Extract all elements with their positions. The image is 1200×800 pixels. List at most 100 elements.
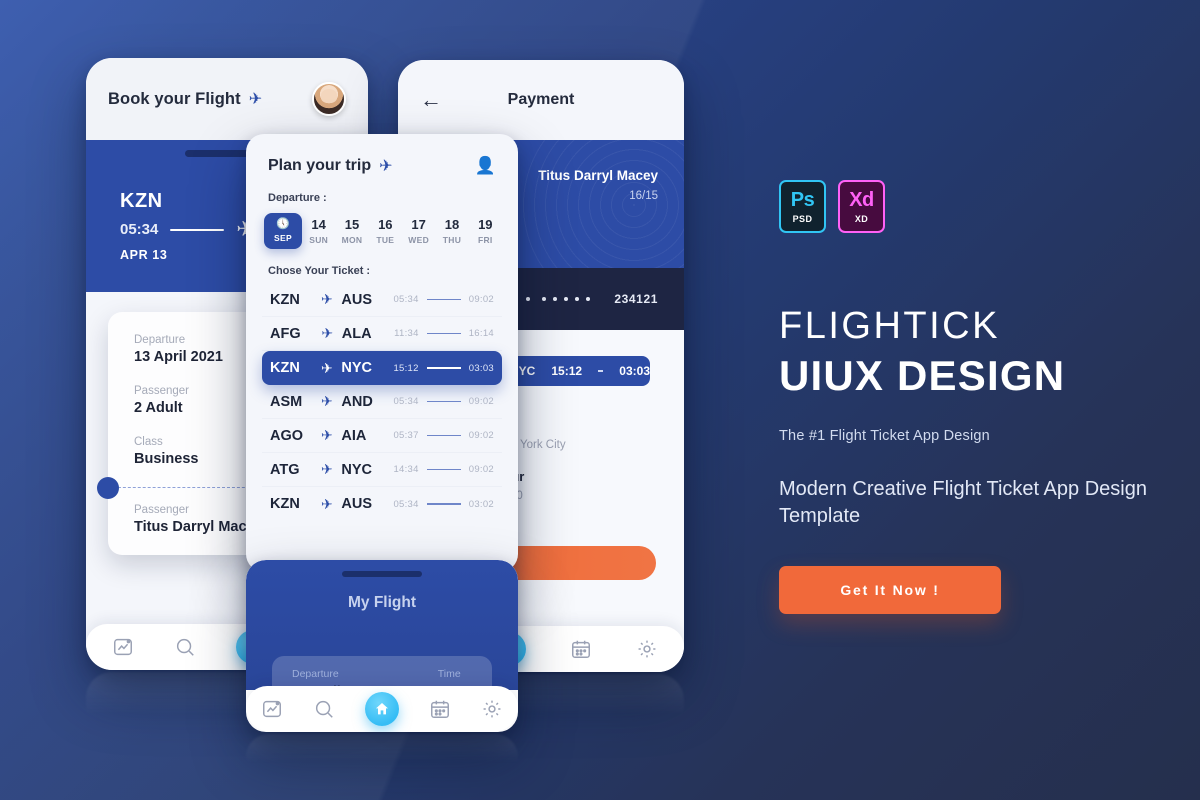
- promo-panel: Ps PSD Xd XD FLIGHTICK UIUX DESIGN The #…: [779, 180, 1169, 614]
- date-cell[interactable]: 16 TUE: [369, 213, 402, 249]
- gear-icon[interactable]: [481, 698, 503, 720]
- list-item-selected[interactable]: KZN ✈ NYC 15:12 03:03: [262, 351, 502, 385]
- list-item[interactable]: ATG ✈ NYC 14:34 09:02: [262, 453, 502, 487]
- list-item[interactable]: KZN ✈ AUS 05:34 03:02: [262, 487, 502, 521]
- route-line: [426, 332, 461, 335]
- depart-time: 15:12: [393, 362, 419, 374]
- route-line: [426, 434, 461, 437]
- destination-code: NYC: [341, 461, 372, 478]
- route-line: [426, 400, 461, 403]
- depart-time: 05:37: [393, 430, 419, 441]
- clock-icon: 🕔: [276, 218, 290, 230]
- promo-description: Modern Creative Flight Ticket App Design…: [779, 478, 1147, 527]
- origin-code: AGO: [270, 427, 304, 444]
- date-picker: 🕔 SEP 14 SUN 15 MON 16 TUE 17 WED 18 THU…: [246, 204, 518, 249]
- origin-code: KZN: [270, 360, 300, 376]
- date-weekday: MON: [341, 235, 363, 245]
- date-number: 17: [411, 217, 426, 232]
- stats-icon[interactable]: [261, 698, 283, 720]
- card-number: 234121: [614, 292, 658, 306]
- page-title: Plan your trip: [268, 157, 372, 174]
- calendar-icon[interactable]: [429, 698, 451, 720]
- card-dots: [542, 297, 591, 301]
- arrive-time: 16:14: [468, 328, 494, 339]
- list-item[interactable]: KZN ✈ AUS 05:34 09:02: [262, 283, 502, 317]
- date-weekday: TUE: [376, 235, 395, 245]
- calendar-icon[interactable]: [570, 638, 592, 660]
- date-weekday: WED: [408, 235, 430, 245]
- drag-handle[interactable]: [342, 571, 422, 577]
- airplane-icon: ✈: [321, 393, 333, 409]
- card-dots: [526, 297, 531, 301]
- origin-code: KZN: [270, 496, 300, 512]
- list-item[interactable]: AGO ✈ AIA 05:37 09:02: [262, 419, 502, 453]
- date-cell[interactable]: 17 WED: [402, 213, 435, 249]
- ticket-list: KZN ✈ AUS 05:34 09:02 AFG ✈ ALA 11:34 16…: [246, 277, 518, 521]
- depart-time: 05:34: [120, 221, 159, 238]
- my-flight-panel: My Flight Departure 13 April 2021 Time 0…: [246, 560, 518, 726]
- arrive-time: 03:03: [468, 362, 495, 374]
- route-line: [426, 367, 461, 369]
- origin-code: ASM: [270, 393, 303, 410]
- list-item[interactable]: ASM ✈ AND 05:34 09:02: [262, 385, 502, 419]
- destination-code: AUS: [341, 291, 372, 308]
- list-item[interactable]: AFG ✈ ALA 11:34 16:14: [262, 317, 502, 351]
- destination-code: ALA: [341, 325, 372, 342]
- home-icon[interactable]: [365, 692, 399, 726]
- airplane-icon: ✈: [321, 359, 333, 376]
- origin-code: ATG: [270, 461, 300, 478]
- promo-tagline: The #1 Flight Ticket App Design: [779, 428, 990, 444]
- plan-trip-header: Plan your trip ✈ 👤: [246, 134, 518, 176]
- get-it-now-button[interactable]: Get It Now !: [779, 566, 1001, 614]
- date-cell-active[interactable]: 🕔 SEP: [264, 213, 302, 249]
- search-icon[interactable]: [174, 636, 196, 658]
- badge-abbrev: Ps: [790, 189, 815, 211]
- gear-icon[interactable]: [636, 638, 658, 660]
- date-number: 14: [311, 217, 326, 232]
- photoshop-badge-icon: Ps PSD: [779, 180, 826, 233]
- destination-code: NYC: [341, 360, 372, 376]
- route-line: [426, 298, 461, 301]
- origin-code: AFG: [270, 325, 301, 342]
- badge-label: XD: [854, 214, 869, 224]
- date-weekday: FRI: [478, 235, 493, 245]
- arrive-time: 09:02: [468, 430, 495, 441]
- depart-time: 05:34: [393, 396, 419, 407]
- date-cell[interactable]: 18 THU: [435, 213, 468, 249]
- date-cell[interactable]: 15 MON: [335, 213, 368, 249]
- avatar[interactable]: [312, 82, 346, 116]
- back-arrow-icon[interactable]: ←: [420, 89, 442, 111]
- format-badges: Ps PSD Xd XD: [779, 180, 1169, 233]
- ticket-section-label: Chose Your Ticket :: [268, 265, 371, 277]
- airplane-icon: ✈: [248, 91, 263, 108]
- page-title: My Flight: [347, 594, 417, 611]
- airplane-icon: ✈: [321, 427, 333, 443]
- airplane-icon: ✈: [321, 291, 333, 307]
- promo-headline-bold: UIUX DESIGN: [779, 352, 1066, 399]
- date-number: 19: [478, 217, 493, 232]
- airplane-icon: ✈: [321, 495, 333, 512]
- destination-code: AIA: [341, 427, 367, 444]
- airplane-icon: ✈: [321, 461, 333, 477]
- route-line: [426, 468, 461, 471]
- search-icon[interactable]: [313, 698, 335, 720]
- departure-section-label: Departure :: [268, 192, 327, 204]
- user-icon[interactable]: 👤: [475, 156, 496, 176]
- adobe-xd-badge-icon: Xd XD: [838, 180, 885, 233]
- depart-time: 14:34: [393, 464, 419, 475]
- date-weekday: THU: [442, 235, 462, 245]
- date-cell[interactable]: 14 SUN: [302, 213, 335, 249]
- payment-header: ← Payment: [398, 60, 684, 140]
- stats-icon[interactable]: [112, 636, 134, 658]
- arrive-time: 09:02: [468, 396, 495, 407]
- route-line: [598, 370, 604, 372]
- depart-time: 05:34: [393, 498, 419, 510]
- route-line: [170, 228, 225, 231]
- bottom-nav-my-flight: [246, 686, 518, 732]
- book-flight-header: Book your Flight ✈: [86, 58, 368, 140]
- phone-my-flight: My Flight Departure 13 April 2021 Time 0…: [246, 560, 518, 732]
- date-number: 15: [344, 217, 360, 232]
- date-cell[interactable]: 19 FRI: [469, 213, 502, 249]
- badge-label: PSD: [792, 214, 813, 224]
- phone-plan-your-trip: Plan your trip ✈ 👤 Departure : 🕔 SEP 14 …: [246, 134, 518, 572]
